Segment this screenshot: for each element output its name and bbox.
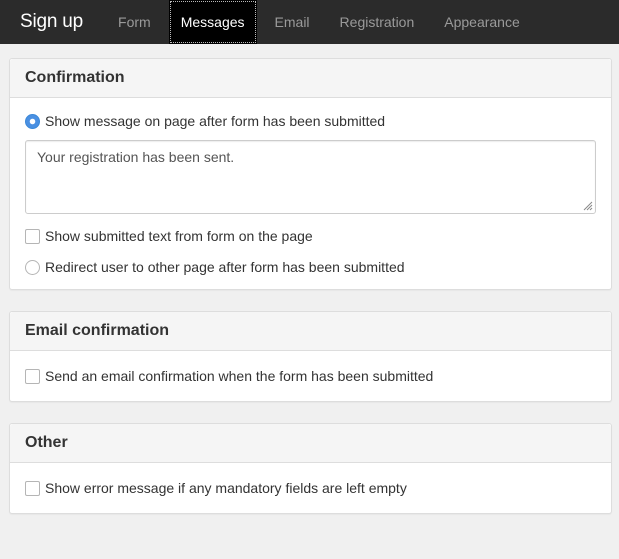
email-confirmation-panel: Email confirmation Send an email confirm… <box>9 311 612 402</box>
send-email-option[interactable]: Send an email confirmation when the form… <box>25 368 596 384</box>
tab-form[interactable]: Form <box>106 0 163 44</box>
email-confirmation-heading: Email confirmation <box>10 312 611 351</box>
other-body: Show error message if any mandatory fiel… <box>10 463 611 513</box>
main-content: Confirmation Show message on page after … <box>9 58 612 535</box>
confirmation-message-text: Your registration has been sent. <box>37 149 235 165</box>
confirmation-message-textarea[interactable]: Your registration has been sent. <box>25 140 596 214</box>
show-submitted-checkbox[interactable] <box>25 228 40 244</box>
send-email-checkbox[interactable] <box>25 368 40 384</box>
tab-messages[interactable]: Messages <box>168 0 257 44</box>
redirect-option[interactable]: Redirect user to other page after form h… <box>25 259 596 275</box>
show-submitted-option[interactable]: Show submitted text from form on the pag… <box>25 228 596 244</box>
other-panel: Other Show error message if any mandator… <box>9 423 612 514</box>
confirmation-body: Show message on page after form has been… <box>10 98 611 289</box>
redirect-label: Redirect user to other page after form h… <box>45 259 405 275</box>
email-confirmation-body: Send an email confirmation when the form… <box>10 351 611 401</box>
top-navbar: Sign up Form Messages Email Registration… <box>0 0 619 44</box>
confirmation-heading: Confirmation <box>10 59 611 98</box>
error-message-label: Show error message if any mandatory fiel… <box>45 480 407 496</box>
tab-email[interactable]: Email <box>263 0 322 44</box>
show-message-option[interactable]: Show message on page after form has been… <box>25 113 596 129</box>
resize-handle-icon[interactable] <box>581 199 593 211</box>
error-message-option[interactable]: Show error message if any mandatory fiel… <box>25 480 596 496</box>
tab-registration[interactable]: Registration <box>328 0 427 44</box>
confirmation-panel: Confirmation Show message on page after … <box>9 58 612 290</box>
show-message-radio[interactable] <box>25 113 40 129</box>
show-message-label: Show message on page after form has been… <box>45 113 386 129</box>
other-heading: Other <box>10 424 611 463</box>
tab-appearance[interactable]: Appearance <box>432 0 532 44</box>
app-title: Sign up <box>20 11 84 32</box>
redirect-radio[interactable] <box>25 259 40 275</box>
send-email-label: Send an email confirmation when the form… <box>45 368 434 384</box>
error-message-checkbox[interactable] <box>25 480 40 496</box>
show-submitted-label: Show submitted text from form on the pag… <box>45 228 313 244</box>
